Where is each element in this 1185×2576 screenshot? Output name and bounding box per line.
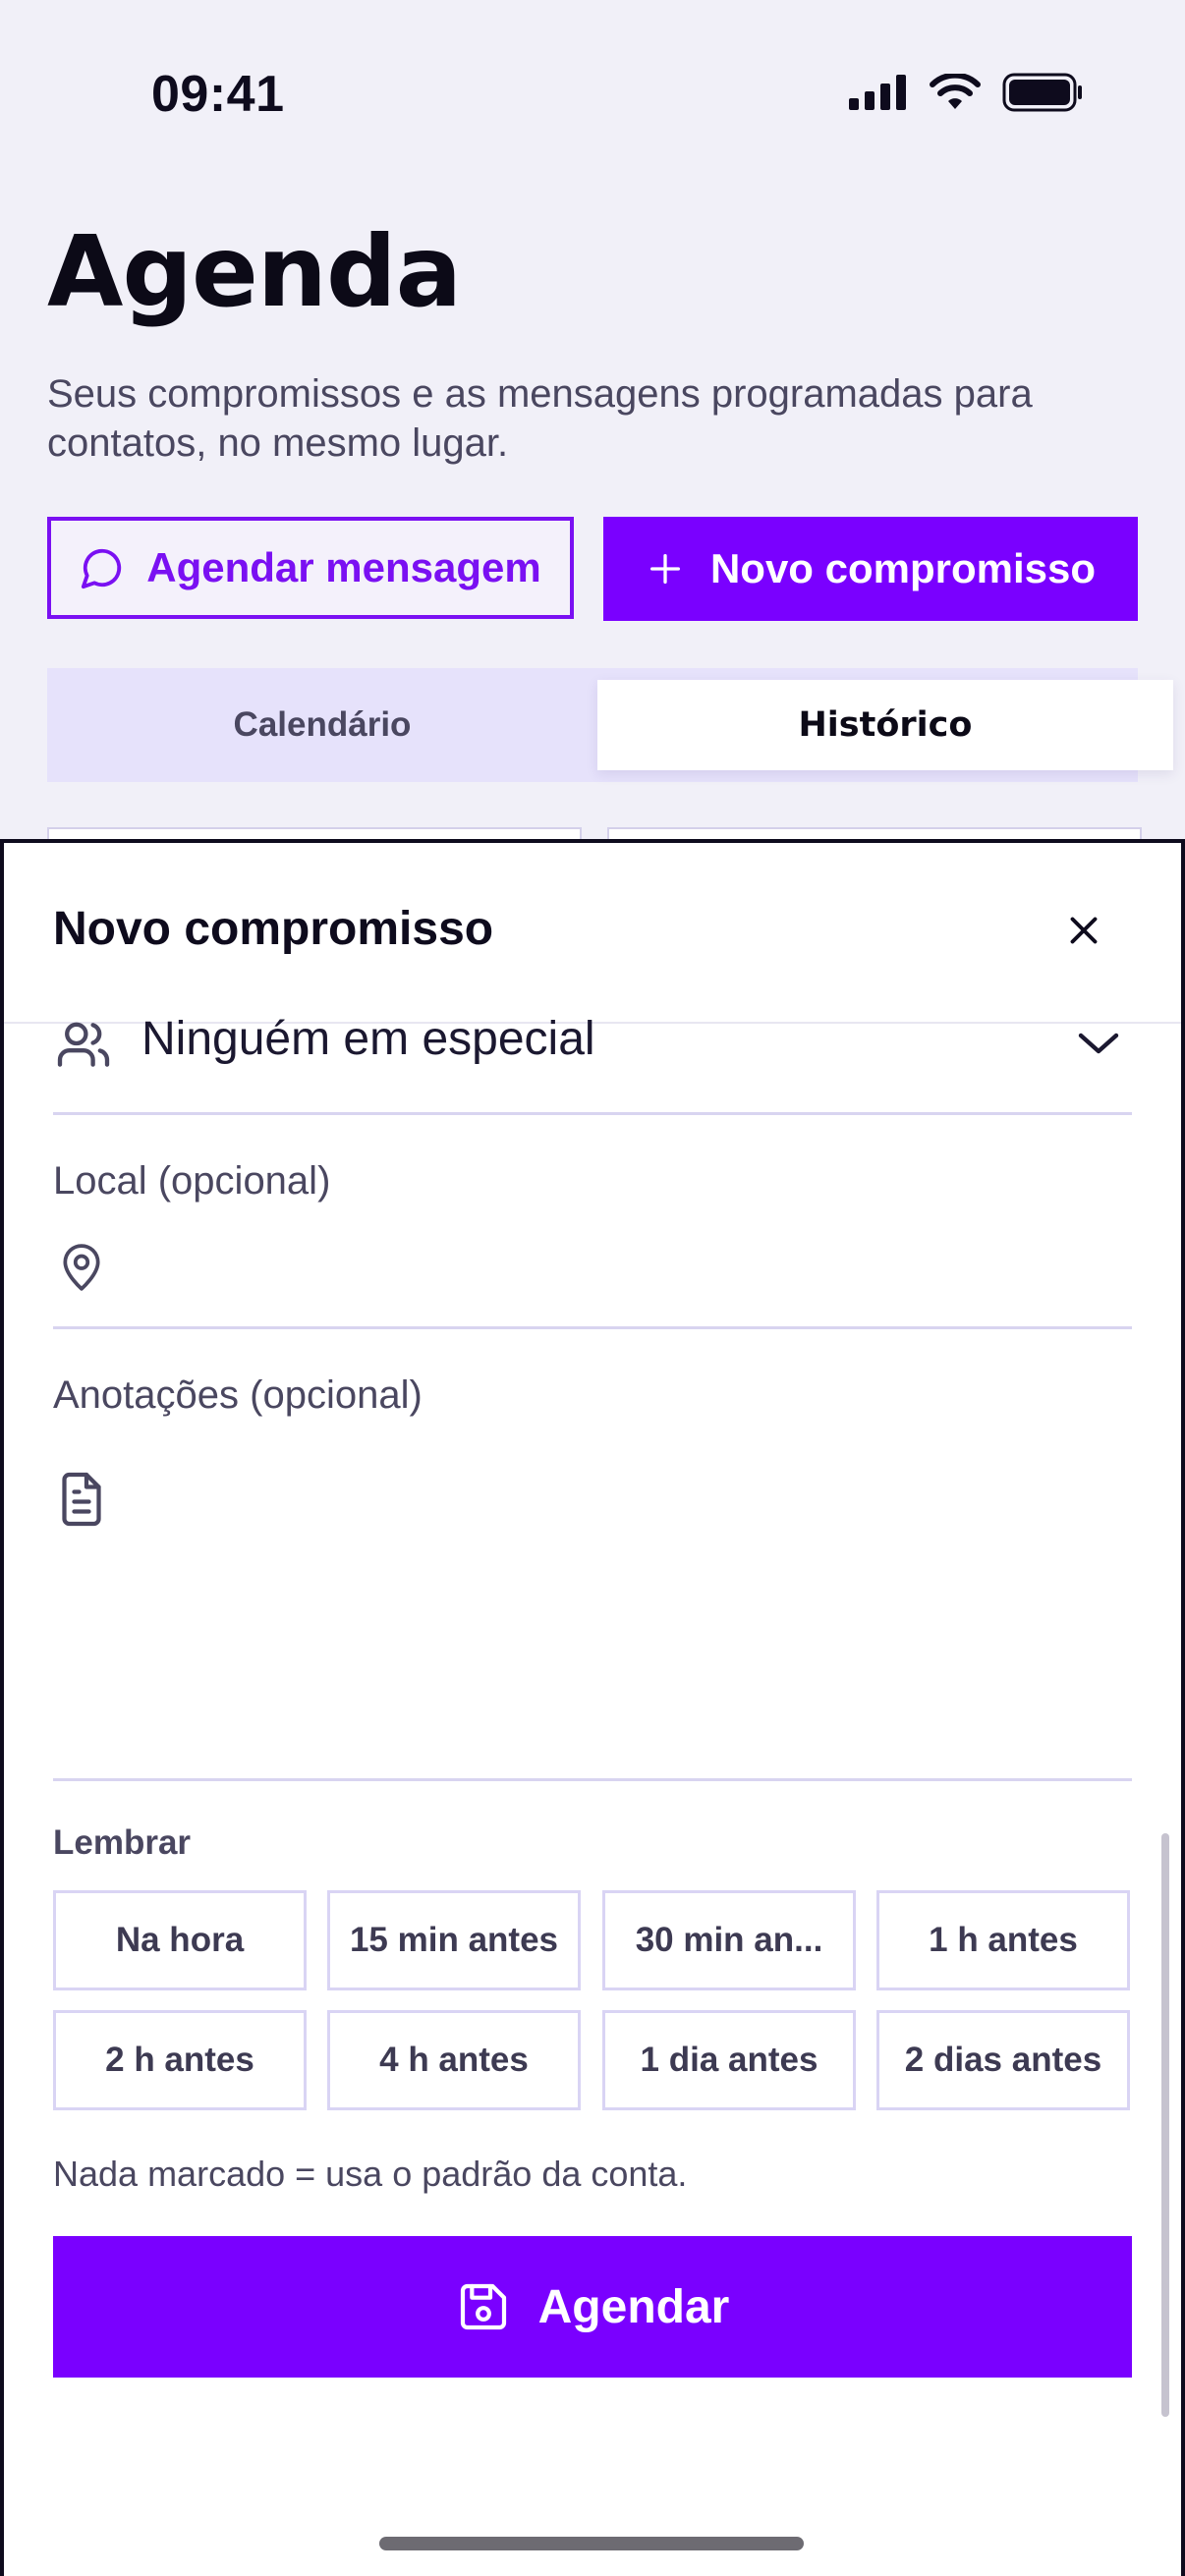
location-input[interactable] bbox=[128, 1234, 1132, 1307]
map-pin-icon bbox=[63, 1244, 100, 1291]
sheet-scrollbar[interactable] bbox=[1161, 1833, 1169, 2417]
notes-underline bbox=[53, 1778, 1132, 1781]
view-tabs: Calendário Histórico bbox=[47, 668, 1173, 782]
document-icon bbox=[62, 1472, 101, 1527]
sheet-title: Novo compromisso bbox=[53, 903, 494, 955]
participants-underline bbox=[53, 1112, 1132, 1115]
wifi-icon bbox=[930, 74, 981, 109]
location-label: Local (opcional) bbox=[53, 1159, 331, 1203]
remind-label: Lembrar bbox=[53, 1823, 192, 1862]
agendar-label: Agendar bbox=[537, 2280, 730, 2333]
remind-option-15-min[interactable]: 15 min antes bbox=[327, 1890, 581, 1990]
remind-option-2-h[interactable]: 2 h antes bbox=[53, 2010, 307, 2110]
remind-option-1-dia[interactable]: 1 dia antes bbox=[602, 2010, 856, 2110]
people-icon bbox=[57, 1022, 110, 1067]
notes-label: Anotações (opcional) bbox=[53, 1373, 423, 1417]
chat-bubble-icon bbox=[82, 548, 122, 589]
signal-icon bbox=[849, 75, 906, 110]
home-indicator bbox=[379, 2537, 804, 2550]
new-appointment-label: Novo compromisso bbox=[709, 545, 1097, 591]
plus-icon bbox=[649, 554, 680, 584]
remind-hint: Nada marcado = usa o padrão da conta. bbox=[53, 2154, 688, 2194]
remind-option-na-hora[interactable]: Na hora bbox=[53, 1890, 307, 1990]
floppy-disk-icon bbox=[460, 2283, 506, 2330]
status-icons bbox=[849, 73, 1083, 112]
chevron-down-icon bbox=[1078, 1033, 1119, 1054]
agendar-button[interactable]: Agendar bbox=[53, 2236, 1132, 2378]
schedule-message-label: Agendar mensagem bbox=[146, 544, 541, 590]
page-subtitle: Seus compromissos e as mensagens program… bbox=[47, 372, 1033, 465]
remind-option-30-min[interactable]: 30 min an... bbox=[602, 1890, 856, 1990]
status-time: 09:41 bbox=[151, 66, 285, 123]
tab-historico[interactable]: Histórico bbox=[597, 680, 1173, 770]
remind-option-2-dias[interactable]: 2 dias antes bbox=[876, 2010, 1130, 2110]
remind-option-1-h[interactable]: 1 h antes bbox=[876, 1890, 1130, 1990]
participants-value: Ninguém em especial bbox=[141, 1013, 595, 1065]
remind-option-4-h[interactable]: 4 h antes bbox=[327, 2010, 581, 2110]
schedule-message-button[interactable]: Agendar mensagem bbox=[47, 517, 574, 619]
battery-icon bbox=[1002, 73, 1082, 112]
location-underline bbox=[53, 1326, 1132, 1329]
close-icon[interactable] bbox=[1061, 908, 1106, 953]
tab-calendario[interactable]: Calendário bbox=[47, 668, 597, 782]
page-title: Agenda bbox=[47, 214, 462, 329]
new-appointment-button[interactable]: Novo compromisso bbox=[603, 517, 1138, 621]
notes-input[interactable] bbox=[128, 1464, 1132, 1759]
